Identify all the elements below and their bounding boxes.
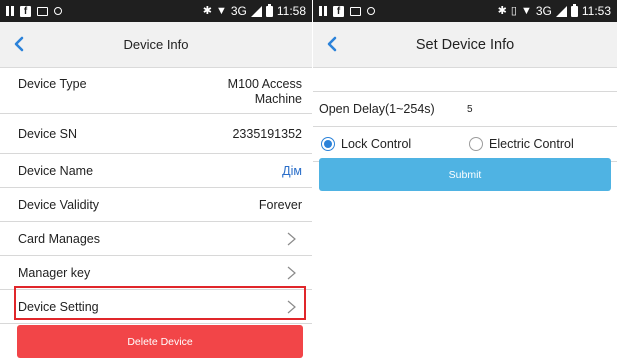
back-arrow-icon bbox=[14, 36, 24, 52]
row-label: Manager key bbox=[18, 265, 91, 280]
row-device-setting[interactable]: Device Setting bbox=[0, 290, 312, 324]
row-value: M100 Access Machine bbox=[228, 77, 302, 107]
status-time: 11:53 bbox=[581, 4, 611, 18]
signal-icon bbox=[555, 5, 567, 17]
control-mode-row: Lock Control Electric Control bbox=[313, 127, 617, 162]
row-device-type: Device Type M100 Access Machine bbox=[0, 68, 312, 114]
row-label: Device Type bbox=[18, 77, 87, 91]
device-name-value[interactable]: Дім bbox=[282, 164, 302, 178]
nav-bar: Set Device Info bbox=[313, 22, 617, 68]
row-label: Device Validity bbox=[18, 197, 100, 212]
nav-bar: Device Info bbox=[0, 22, 312, 68]
wifi-icon: ▼ bbox=[520, 4, 532, 17]
vibrate-icon: ▯ bbox=[510, 4, 517, 17]
row-device-name[interactable]: Device Name Дім bbox=[0, 154, 312, 188]
pause-icon bbox=[319, 6, 327, 16]
chevron-right-icon bbox=[284, 300, 298, 314]
submit-button[interactable]: Submit bbox=[319, 158, 611, 191]
open-delay-input[interactable] bbox=[467, 103, 567, 115]
row-card-manages[interactable]: Card Manages bbox=[0, 222, 312, 256]
row-label: Device Name bbox=[18, 163, 94, 178]
battery-icon bbox=[570, 3, 578, 17]
value-line-1: M100 Access bbox=[227, 77, 302, 91]
back-button[interactable] bbox=[321, 33, 343, 55]
electric-control-label: Electric Control bbox=[489, 137, 574, 151]
delete-device-button[interactable]: Delete Device bbox=[17, 325, 303, 358]
set-device-info-screen: f ✱ ▯ ▼ 3G 11:53 Set Device Info Open De… bbox=[313, 0, 617, 358]
open-delay-label: Open Delay(1~254s) bbox=[319, 102, 435, 116]
battery-icon bbox=[265, 3, 273, 17]
facebook-icon: f bbox=[20, 5, 31, 17]
back-button[interactable] bbox=[8, 33, 30, 55]
screens: f ✱ ▼ 3G 11:58 Device Info Device Type M… bbox=[0, 0, 617, 358]
chevron-right-icon bbox=[284, 232, 298, 246]
page-title: Device Info bbox=[123, 37, 189, 52]
wifi-icon: ▼ bbox=[215, 4, 227, 17]
circle-icon bbox=[54, 7, 62, 15]
lock-control-option[interactable]: Lock Control bbox=[319, 137, 469, 151]
chevron-right-icon bbox=[284, 266, 298, 280]
circle-icon bbox=[367, 7, 375, 15]
row-label: Card Manages bbox=[18, 231, 100, 246]
device-info-list: Device Type M100 Access Machine Device S… bbox=[0, 68, 312, 324]
open-delay-row: Open Delay(1~254s) bbox=[313, 92, 617, 127]
row-manager-key[interactable]: Manager key bbox=[0, 256, 312, 290]
row-device-validity: Device Validity Forever bbox=[0, 188, 312, 222]
row-value: Forever bbox=[258, 197, 302, 212]
value-line-2: Machine bbox=[254, 92, 302, 106]
row-device-sn: Device SN 2335191352 bbox=[0, 114, 312, 154]
electric-control-radio[interactable] bbox=[469, 137, 483, 151]
row-label: Device Setting bbox=[18, 299, 99, 314]
back-arrow-icon bbox=[327, 36, 337, 52]
row-label: Device SN bbox=[18, 126, 78, 141]
signal-icon bbox=[250, 5, 262, 17]
status-bar: f ✱ ▼ 3G 11:58 bbox=[0, 0, 312, 22]
image-icon bbox=[37, 6, 48, 16]
network-type: 3G bbox=[535, 4, 552, 18]
bluetooth-icon: ✱ bbox=[202, 4, 212, 17]
bluetooth-icon: ✱ bbox=[497, 4, 507, 17]
pause-icon bbox=[6, 6, 14, 16]
row-value: 2335191352 bbox=[232, 126, 302, 141]
status-time: 11:58 bbox=[276, 4, 306, 18]
lock-control-label: Lock Control bbox=[341, 137, 412, 151]
page-title: Set Device Info bbox=[415, 36, 515, 53]
electric-control-option[interactable]: Electric Control bbox=[469, 137, 574, 151]
image-icon bbox=[350, 6, 361, 16]
network-type: 3G bbox=[230, 4, 247, 18]
device-info-screen: f ✱ ▼ 3G 11:58 Device Info Device Type M… bbox=[0, 0, 312, 358]
lock-control-radio[interactable] bbox=[321, 137, 335, 151]
status-bar: f ✱ ▯ ▼ 3G 11:53 bbox=[313, 0, 617, 22]
facebook-icon: f bbox=[333, 5, 344, 17]
